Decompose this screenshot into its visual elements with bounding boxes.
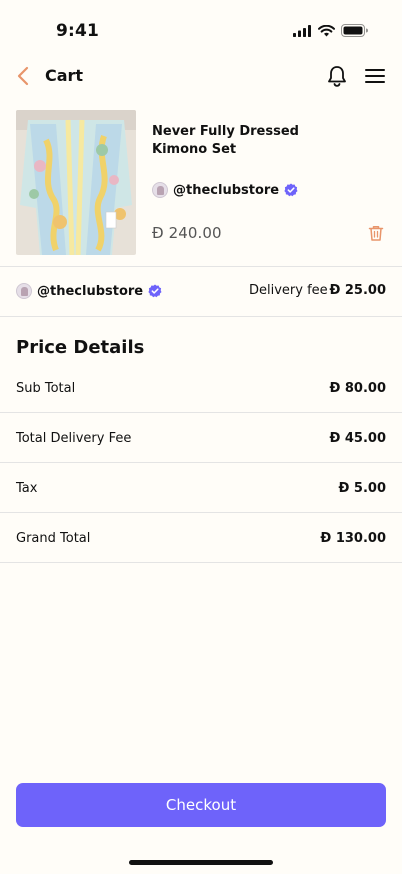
verified-icon <box>148 284 162 298</box>
price-row-grand-total: Grand Total Ð 130.00 <box>0 513 402 563</box>
avatar <box>16 283 32 299</box>
product-name[interactable]: Never Fully Dressed Kimono Set <box>152 123 312 159</box>
status-bar: 9:41 <box>0 0 402 54</box>
divider <box>0 562 402 563</box>
price-row-delivery: Total Delivery Fee Ð 45.00 <box>0 413 402 463</box>
price-value: Ð 45.00 <box>329 431 386 446</box>
price-row-subtotal: Sub Total Ð 80.00 <box>0 363 402 413</box>
price-value: Ð 130.00 <box>320 531 386 546</box>
battery-icon <box>341 24 368 37</box>
seller-handle: @theclubstore <box>173 182 280 198</box>
price-label: Total Delivery Fee <box>16 431 132 446</box>
status-time: 9:41 <box>56 21 100 41</box>
product-seller[interactable]: @theclubstore <box>152 182 298 198</box>
price-value: Ð 5.00 <box>338 481 387 496</box>
delivery-seller[interactable]: @theclubstore <box>16 283 162 299</box>
header: Cart <box>0 58 402 94</box>
price-row-tax: Tax Ð 5.00 <box>0 463 402 513</box>
delivery-fee-value: Ð 25.00 <box>329 283 386 298</box>
menu-button[interactable] <box>364 66 386 86</box>
cart-item: Never Fully Dressed Kimono Set @theclubs… <box>0 110 402 266</box>
product-price: Ð 240.00 <box>152 224 222 242</box>
delivery-fee-label: Delivery fee <box>249 283 328 298</box>
price-details-title: Price Details <box>16 337 145 358</box>
back-button[interactable] <box>14 65 34 87</box>
seller-handle: @theclubstore <box>37 283 144 299</box>
status-icons <box>293 24 368 37</box>
home-indicator <box>129 860 273 865</box>
price-label: Tax <box>16 481 38 496</box>
trash-icon <box>368 226 384 241</box>
price-label: Sub Total <box>16 381 76 396</box>
menu-icon <box>365 69 385 83</box>
page-title: Cart <box>45 66 84 85</box>
notifications-button[interactable] <box>326 64 348 88</box>
checkout-button[interactable]: Checkout <box>16 783 386 827</box>
delivery-row: @theclubstore Delivery fee Ð 25.00 <box>0 267 402 317</box>
signal-icon <box>293 24 311 37</box>
back-arrow-icon <box>17 66 29 86</box>
avatar <box>152 182 168 198</box>
divider <box>0 316 402 317</box>
price-label: Grand Total <box>16 531 91 546</box>
price-value: Ð 80.00 <box>329 381 386 396</box>
wifi-icon <box>318 24 335 36</box>
bell-icon <box>328 66 346 87</box>
product-image[interactable] <box>16 110 136 255</box>
remove-item-button[interactable] <box>367 224 385 242</box>
verified-icon <box>284 183 298 197</box>
